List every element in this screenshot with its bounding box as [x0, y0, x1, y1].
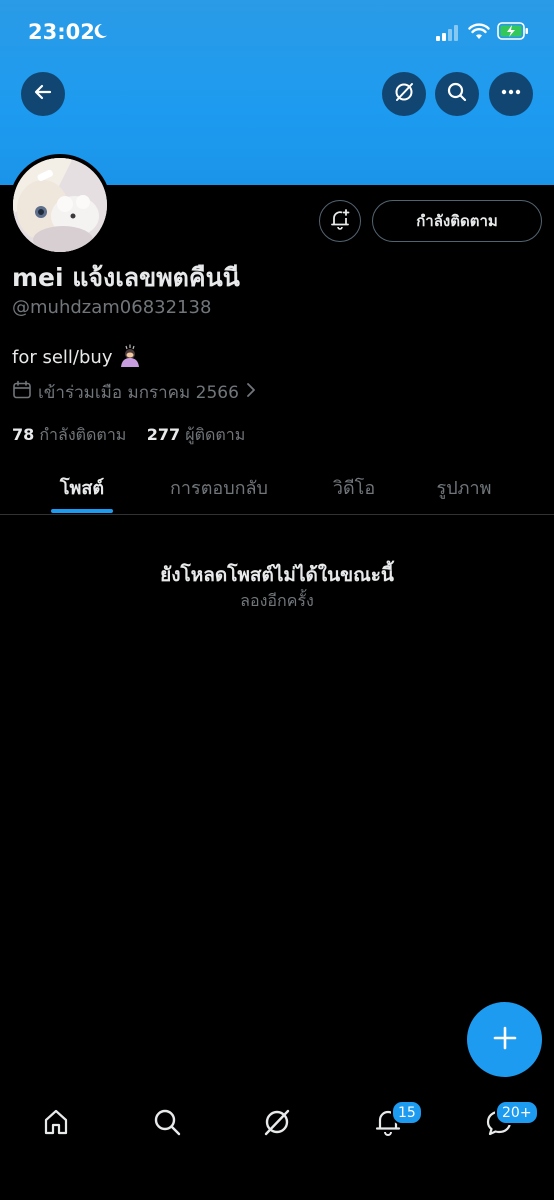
- compose-post-button[interactable]: [467, 1002, 542, 1077]
- more-options-button[interactable]: [489, 72, 533, 116]
- nav-grok[interactable]: [257, 1104, 297, 1144]
- bell-plus-icon: [329, 208, 351, 234]
- retry-link[interactable]: ลองอีกครั้ง: [0, 589, 554, 614]
- join-date[interactable]: เข้าร่วมเมือ มกราคม 2566: [12, 379, 257, 406]
- bio-text: for sell/buy: [12, 347, 113, 368]
- notifications-badge: 15: [391, 1100, 423, 1125]
- tab-posts[interactable]: โพสต์: [32, 460, 132, 514]
- nav-home[interactable]: [36, 1104, 76, 1144]
- follow-stats: 78 กำลังติดตาม 277 ผู้ติดตาม: [12, 423, 245, 448]
- status-time: 23:02: [28, 20, 95, 44]
- tab-videos[interactable]: วิดีโอ: [304, 460, 404, 514]
- followers-count: 277: [146, 425, 181, 444]
- status-bar: 23:02: [0, 0, 554, 66]
- following-label: กำลังติดตาม: [39, 425, 127, 444]
- grok-icon: [262, 1107, 292, 1141]
- battery-charging-icon: [497, 22, 529, 44]
- plus-icon: [492, 1025, 518, 1055]
- nav-search[interactable]: [147, 1104, 187, 1144]
- grok-button[interactable]: [382, 72, 426, 116]
- following-button[interactable]: กำลังติดตาม: [372, 200, 542, 242]
- notifications-toggle-button[interactable]: [319, 200, 361, 242]
- bottom-navigation: 15 20+: [0, 1090, 554, 1200]
- more-horizontal-icon: [500, 81, 522, 107]
- followers-label: ผู้ติดตาม: [185, 425, 246, 444]
- home-icon: [41, 1107, 71, 1141]
- join-date-text: เข้าร่วมเมือ มกราคม 2566: [38, 383, 239, 403]
- chevron-right-icon: [245, 382, 257, 403]
- grok-icon: [393, 81, 415, 107]
- search-button[interactable]: [435, 72, 479, 116]
- following-count: 78: [12, 425, 35, 444]
- arrow-left-icon: [33, 82, 53, 106]
- messages-badge: 20+: [495, 1100, 539, 1125]
- followers-stat[interactable]: 277 ผู้ติดตาม: [147, 425, 246, 444]
- following-stat[interactable]: 78 กำลังติดตาม: [12, 425, 126, 444]
- search-icon: [152, 1107, 182, 1141]
- username-handle: @muhdzam06832138: [12, 297, 212, 318]
- moon-icon: [91, 22, 109, 44]
- display-name: mei แจ้งเลขพตคืนนี: [12, 263, 240, 292]
- bio: for sell/buy: [12, 343, 142, 372]
- back-button[interactable]: [21, 72, 65, 116]
- active-tab-indicator: [51, 509, 113, 513]
- profile-tabs: โพสต์ การตอบกลับ วิดีโอ รูปภาพ: [0, 460, 554, 515]
- wifi-icon: [468, 23, 490, 45]
- search-icon: [446, 81, 468, 107]
- tab-photos[interactable]: รูปภาพ: [414, 460, 514, 514]
- avatar-image: [13, 158, 107, 252]
- signal-icon: [436, 25, 460, 45]
- person-bowing-emoji-icon: [118, 343, 142, 372]
- load-error-message: ยังโหลดโพสต์ไม่ได้ในขณะนี้: [160, 564, 394, 586]
- avatar[interactable]: [9, 154, 111, 256]
- calendar-icon: [12, 380, 32, 405]
- tab-replies[interactable]: การตอบกลับ: [150, 460, 288, 514]
